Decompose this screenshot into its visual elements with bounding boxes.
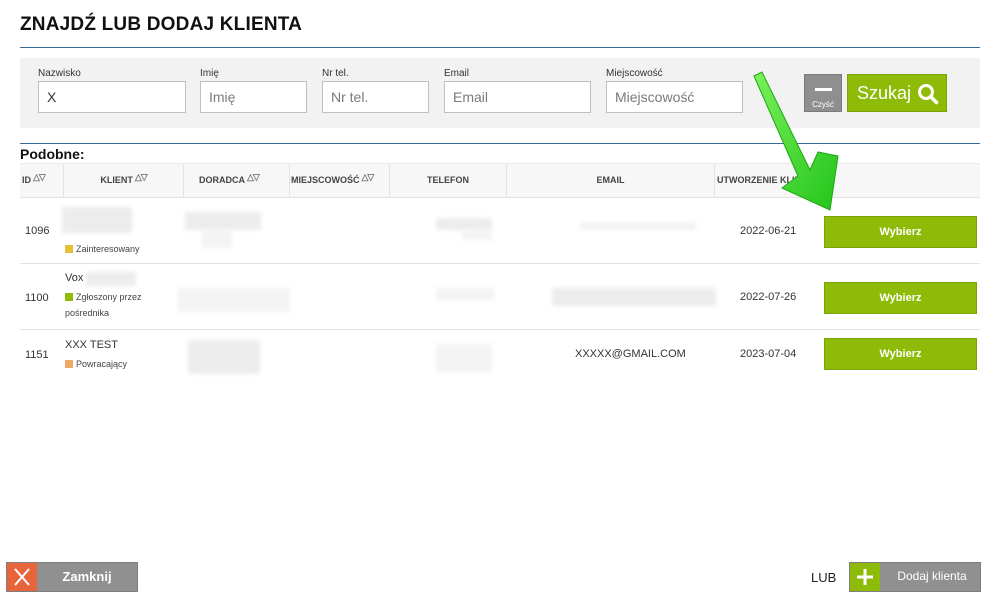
or-label: LUB (811, 570, 837, 585)
table-header: ID △▽ KLIENT △▽ DORADCA △▽ MIEJSCOWOŚĆ △▽ TE… (20, 163, 980, 198)
email-label: Email (444, 68, 470, 79)
search-icon (918, 84, 939, 105)
table-row: 1100 Vox Zgłoszony przez pośrednika 2022-… (20, 264, 980, 330)
phone-input[interactable] (322, 81, 429, 113)
column-email: EMAIL (507, 164, 715, 197)
status-dot-icon (65, 360, 73, 368)
row-created: 2022-07-26 (740, 291, 797, 303)
column-city[interactable]: MIEJSCOWOŚĆ △▽ (290, 164, 390, 197)
phone-field: Nr tel. (322, 68, 429, 113)
row-email: XXXXX@GMAIL.COM (575, 348, 686, 360)
client-name: XXX TEST (65, 339, 118, 351)
email-input[interactable] (444, 81, 591, 113)
column-advisor[interactable]: DORADCA △▽ (184, 164, 290, 197)
city-field: Miejscowość (606, 68, 743, 113)
client-name-redacted (62, 207, 132, 233)
sort-arrows-icon[interactable]: △▽ (362, 161, 375, 194)
select-client-button[interactable]: Wybierz (824, 216, 977, 248)
status-label: Powracający (65, 356, 127, 372)
email-redacted (552, 288, 716, 306)
search-panel: Nazwisko Imię Nr tel. Email Miejscowość … (20, 58, 980, 128)
phone-label: Nr tel. (322, 68, 349, 79)
table-row: 1096 Zainteresowany 2022-06-21 Wybierz (20, 198, 980, 264)
email-redacted (580, 222, 696, 230)
email-field: Email (444, 68, 591, 113)
phone-redacted (436, 344, 492, 372)
firstname-field: Imię (200, 68, 307, 113)
status-label: Zgłoszony przez pośrednika (65, 292, 142, 318)
city-input[interactable] (606, 81, 743, 113)
phone-redacted (436, 288, 494, 300)
status-dot-icon (65, 293, 73, 301)
row-created: 2022-06-21 (740, 225, 797, 237)
client-name-redacted (86, 272, 136, 286)
close-icon (7, 563, 37, 591)
sort-arrows-icon[interactable]: △▽ (33, 161, 46, 194)
close-button[interactable]: Zamknij (6, 562, 138, 592)
search-label: Szukaj (857, 83, 912, 103)
phone-redacted (462, 230, 492, 240)
surname-label: Nazwisko (38, 68, 81, 79)
advisor-redacted (188, 340, 260, 374)
plus-icon (850, 563, 880, 591)
surname-input[interactable] (38, 81, 186, 113)
row-created: 2023-07-04 (740, 348, 797, 360)
status-label: Zainteresowany (65, 241, 140, 257)
phone-redacted (436, 218, 492, 230)
city-label: Miejscowość (606, 68, 663, 79)
row-id: 1096 (25, 225, 50, 237)
client-name: Vox (65, 272, 84, 284)
firstname-input[interactable] (200, 81, 307, 113)
row-id: 1151 (25, 349, 49, 361)
sort-arrows-icon[interactable]: △▽ (135, 161, 148, 194)
minus-icon (815, 88, 832, 91)
sort-arrows-icon[interactable]: △▽ (247, 161, 260, 194)
advisor-redacted (202, 230, 232, 248)
column-phone: TELEFON (390, 164, 507, 197)
column-created: UTWORZENIE KLIENTA (717, 175, 815, 185)
page-title: ZNAJDŹ LUB DODAJ KLIENTA (20, 14, 303, 35)
column-id[interactable]: ID △▽ (20, 164, 64, 197)
add-client-button[interactable]: Dodaj klienta (849, 562, 981, 592)
firstname-label: Imię (200, 68, 219, 79)
advisor-redacted (178, 288, 290, 312)
column-client[interactable]: KLIENT △▽ (64, 164, 184, 197)
search-button[interactable]: Szukaj (847, 74, 947, 112)
advisor-redacted (185, 212, 261, 230)
section-divider (20, 143, 980, 144)
surname-field: Nazwisko (38, 68, 186, 113)
clear-label: Czyść (812, 100, 834, 109)
close-label: Zamknij (62, 569, 112, 584)
status-dot-icon (65, 245, 73, 253)
select-client-button[interactable]: Wybierz (824, 338, 977, 370)
select-client-button[interactable]: Wybierz (824, 282, 977, 314)
title-divider (20, 47, 980, 48)
clear-button[interactable]: Czyść (804, 74, 842, 112)
similar-label: Podobne: (20, 146, 85, 162)
row-id: 1100 (25, 292, 49, 304)
add-client-label: Dodaj klienta (897, 569, 967, 583)
table-row: 1151 XXX TEST Powracający XXXXX@GMAIL.CO… (20, 330, 980, 386)
